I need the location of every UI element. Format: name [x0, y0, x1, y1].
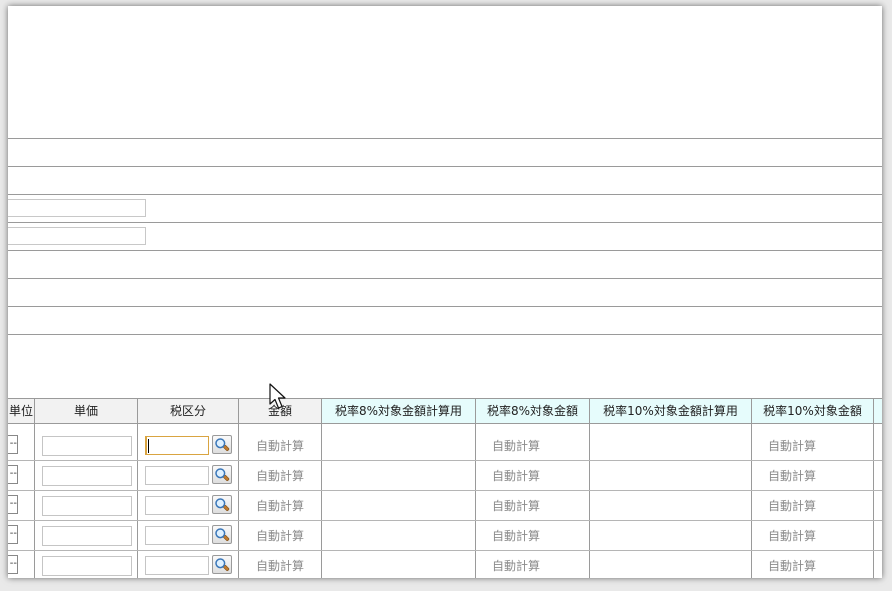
tax8-amount-cell: 自動計算: [491, 529, 540, 543]
unit-select[interactable]: --: [8, 555, 18, 574]
magnifier-icon: [215, 468, 230, 481]
form-text-input-2[interactable]: [8, 227, 146, 245]
magnifier-icon: [215, 498, 230, 511]
header-tax10-calc: 税率10%対象金額計算用: [590, 399, 751, 424]
column-divider: [137, 399, 138, 578]
header-tax8-calc: 税率8%対象金額計算用: [322, 399, 475, 424]
row-divider: [8, 460, 882, 461]
tax8-amount-cell: 自動計算: [491, 499, 540, 513]
form-row-7: [8, 306, 882, 335]
tax-category-lookup-button[interactable]: [212, 555, 232, 574]
column-divider: [475, 399, 476, 578]
column-divider: [589, 399, 590, 578]
form-row-8: [8, 334, 882, 399]
column-divider: [873, 399, 874, 578]
magnifier-icon: [215, 558, 230, 571]
form-row-1: [8, 138, 882, 167]
form-row-4: [8, 222, 882, 251]
header-tax8-amount: 税率8%対象金額: [476, 399, 589, 424]
form-row-6: [8, 278, 882, 307]
tax-category-input[interactable]: [145, 496, 209, 515]
amount-cell: 自動計算: [255, 499, 304, 513]
magnifier-icon: [215, 528, 230, 541]
tax8-amount-cell: 自動計算: [491, 439, 540, 453]
tax8-amount-cell: 自動計算: [491, 559, 540, 573]
form-row-5: [8, 250, 882, 279]
unit-price-input[interactable]: [42, 496, 132, 516]
detail-grid: 単位 単価 税区分 金額 税率8%対象金額計算用 税率8%対象金額 税率10%対…: [8, 398, 882, 578]
tax10-amount-cell: 自動計算: [767, 529, 816, 543]
tax-category-input[interactable]: [145, 466, 209, 485]
unit-select[interactable]: --: [8, 495, 18, 514]
amount-cell: 自動計算: [255, 469, 304, 483]
tax-category-lookup-button[interactable]: [212, 435, 232, 454]
form-text-input-1[interactable]: [8, 199, 146, 217]
row-divider: [8, 520, 882, 521]
unit-select[interactable]: --: [8, 525, 18, 544]
tax-category-input[interactable]: [145, 556, 209, 575]
tax-category-input[interactable]: [145, 436, 209, 455]
header-tax10-amount: 税率10%対象金額: [752, 399, 873, 424]
header-tax-category: 税区分: [138, 399, 238, 424]
tax-category-lookup-button[interactable]: [212, 495, 232, 514]
unit-select[interactable]: --: [8, 435, 18, 454]
unit-price-input[interactable]: [42, 556, 132, 576]
tax10-amount-cell: 自動計算: [767, 559, 816, 573]
column-divider: [321, 399, 322, 578]
app-window: 単位 単価 税区分 金額 税率8%対象金額計算用 税率8%対象金額 税率10%対…: [8, 6, 882, 578]
unit-price-input[interactable]: [42, 466, 132, 486]
tax-category-lookup-button[interactable]: [212, 465, 232, 484]
row-divider: [8, 550, 882, 551]
unit-select[interactable]: --: [8, 465, 18, 484]
amount-cell: 自動計算: [255, 529, 304, 543]
tax10-amount-cell: 自動計算: [767, 469, 816, 483]
tax-category-lookup-button[interactable]: [212, 525, 232, 544]
column-divider: [751, 399, 752, 578]
text-caret: [148, 439, 149, 453]
magnifier-icon: [215, 438, 230, 451]
column-divider: [34, 399, 35, 578]
row-divider: [8, 490, 882, 491]
tax-category-input[interactable]: [145, 526, 209, 545]
unit-price-input[interactable]: [42, 526, 132, 546]
unit-price-input[interactable]: [42, 436, 132, 456]
column-divider: [238, 399, 239, 578]
header-unit: 単位: [8, 399, 34, 424]
tax10-amount-cell: 自動計算: [767, 439, 816, 453]
amount-cell: 自動計算: [255, 439, 304, 453]
tax10-amount-cell: 自動計算: [767, 499, 816, 513]
amount-cell: 自動計算: [255, 559, 304, 573]
tax8-amount-cell: 自動計算: [491, 469, 540, 483]
form-row-2: [8, 166, 882, 195]
header-unit-price: 単価: [35, 399, 137, 424]
header-next-column: [874, 399, 882, 424]
form-row-3: [8, 194, 882, 223]
mouse-pointer-icon: [269, 383, 291, 415]
